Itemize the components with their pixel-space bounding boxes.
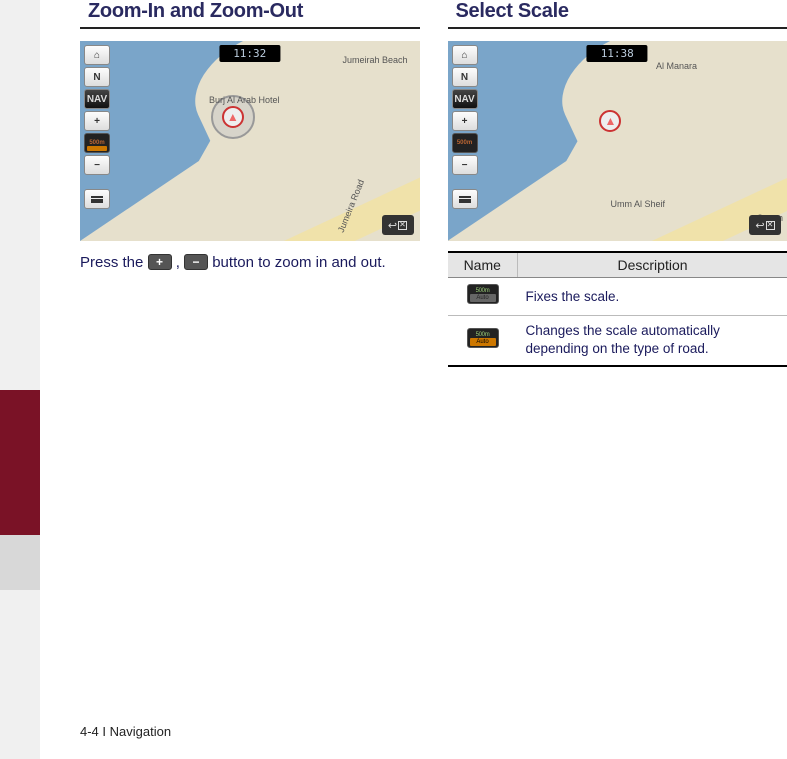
page-footer: 4-4 I Navigation	[80, 724, 171, 739]
text-fragment: ,	[172, 254, 185, 271]
column-scale: Select Scale Al Manara Umm Al Sheif Comm…	[448, 0, 787, 367]
current-location-icon	[599, 110, 621, 132]
text-fragment: Press the	[80, 254, 148, 271]
screenshot-zoom-map: Burj Al Arab Hotel Jumeirah Beach Jumeir…	[80, 41, 420, 241]
home-icon[interactable]: ⌂	[84, 45, 110, 65]
section-title-zoom: Zoom-In and Zoom-Out	[80, 0, 420, 29]
nav-icon[interactable]: NAV	[452, 89, 478, 109]
scale-auto-icon-cell	[448, 316, 518, 366]
table-row: Changes the scale automatically dependin…	[448, 316, 787, 366]
map-time: 11:32	[219, 45, 280, 62]
scale-icon[interactable]: 500m	[452, 133, 478, 153]
map-side-buttons: ⌂ N NAV + 500m −	[84, 45, 110, 209]
home-icon[interactable]: ⌂	[452, 45, 478, 65]
plus-button-icon: +	[148, 254, 172, 270]
zoom-instruction-text: Press the + , − button to zoom in and ou…	[80, 249, 420, 278]
menu-icon[interactable]	[84, 189, 110, 209]
map-cancel-button[interactable]	[382, 215, 414, 235]
scale-fixed-desc: Fixes the scale.	[518, 278, 787, 316]
page-sidebar	[0, 0, 40, 759]
scale-fixed-icon	[467, 284, 499, 304]
map-cancel-button[interactable]	[749, 215, 781, 235]
section-marker-grey	[0, 535, 40, 590]
minus-button-icon: −	[184, 254, 208, 270]
page-content: Zoom-In and Zoom-Out Burj Al Arab Hotel …	[80, 0, 787, 367]
map-label-us: Umm Al Sheif	[610, 199, 665, 209]
screenshot-scale-map: Al Manara Umm Al Sheif Comm 11:38 ⌂ N NA…	[448, 41, 787, 241]
zoom-out-icon[interactable]: −	[452, 155, 478, 175]
scale-fixed-icon-cell	[448, 278, 518, 316]
menu-icon[interactable]	[452, 189, 478, 209]
section-title-scale: Select Scale	[448, 0, 787, 29]
map-label-hotel: Burj Al Arab Hotel	[209, 95, 280, 105]
map-side-buttons: ⌂ N NAV + 500m −	[452, 45, 478, 209]
column-zoom: Zoom-In and Zoom-Out Burj Al Arab Hotel …	[80, 0, 420, 367]
zoom-in-icon[interactable]: +	[452, 111, 478, 131]
table-header-name: Name	[448, 252, 518, 278]
zoom-out-icon[interactable]: −	[84, 155, 110, 175]
map-label-am: Al Manara	[656, 61, 697, 71]
map-time: 11:38	[587, 45, 648, 62]
north-icon[interactable]: N	[84, 67, 110, 87]
map-label-beach: Jumeirah Beach	[342, 55, 407, 65]
scale-auto-icon	[467, 328, 499, 348]
text-fragment: button to zoom in and out.	[208, 254, 386, 271]
table-header-desc: Description	[518, 252, 787, 278]
scale-icon[interactable]: 500m	[84, 133, 110, 153]
zoom-in-icon[interactable]: +	[84, 111, 110, 131]
current-location-icon	[222, 106, 244, 128]
north-icon[interactable]: N	[452, 67, 478, 87]
nav-icon[interactable]: NAV	[84, 89, 110, 109]
scale-description-table: Name Description Fixes the scale. Change…	[448, 251, 787, 367]
table-row: Fixes the scale.	[448, 278, 787, 316]
scale-auto-desc: Changes the scale automatically dependin…	[518, 316, 787, 366]
section-marker-red	[0, 390, 40, 535]
